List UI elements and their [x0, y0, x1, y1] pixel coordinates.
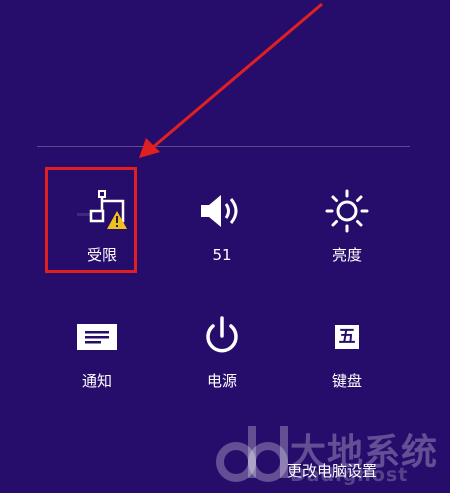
keyboard-icon-glyph: 五: [335, 325, 359, 349]
keyboard-tile[interactable]: 五 键盘: [302, 302, 392, 402]
brightness-icon: [322, 186, 372, 236]
keyboard-label: 键盘: [331, 372, 362, 390]
watermark-logo-icon: [216, 426, 288, 482]
notifications-label: 通知: [81, 372, 112, 390]
volume-tile[interactable]: 51: [177, 176, 267, 276]
brightness-label: 亮度: [331, 246, 362, 264]
brightness-tile[interactable]: 亮度: [302, 176, 392, 276]
network-tile[interactable]: 受限: [57, 176, 147, 276]
keyboard-icon: 五: [322, 312, 372, 362]
volume-level-label: 51: [212, 246, 232, 264]
notification-icon: [72, 312, 122, 362]
notifications-tile[interactable]: 通知: [52, 302, 142, 402]
network-limited-icon: [77, 186, 127, 236]
power-icon: [197, 312, 247, 362]
network-status-label: 受限: [86, 246, 117, 264]
power-label: 电源: [206, 372, 237, 390]
change-pc-settings-link[interactable]: 更改电脑设置: [287, 460, 377, 481]
speaker-icon: [197, 186, 247, 236]
power-tile[interactable]: 电源: [177, 302, 267, 402]
